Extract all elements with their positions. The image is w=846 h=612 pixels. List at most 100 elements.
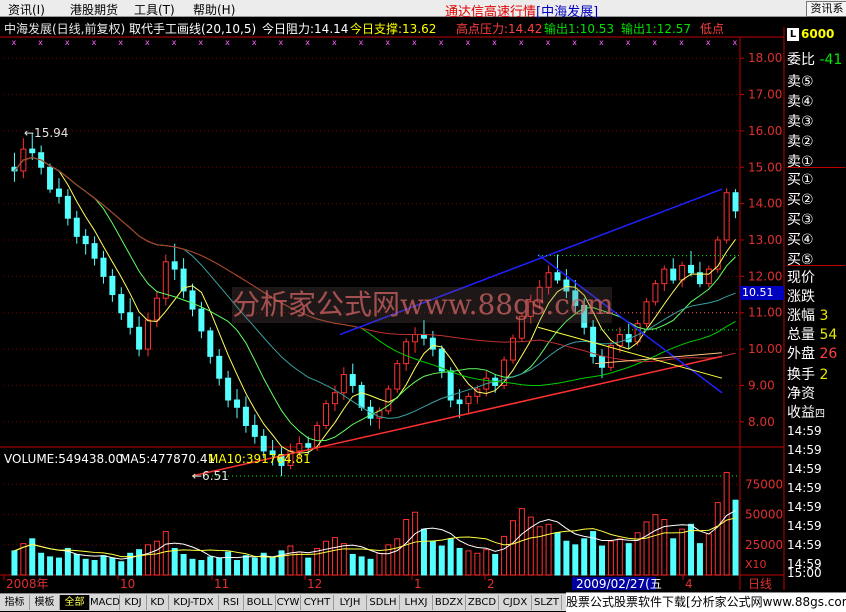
signal-marker: x	[92, 38, 97, 47]
menu-help[interactable]: 帮助(H)	[193, 1, 235, 18]
candle-body	[153, 297, 160, 321]
tab-lhxj[interactable]: LHXJ	[400, 595, 433, 610]
sell-4: 卖④	[787, 94, 814, 110]
signal-marker: x	[679, 38, 684, 47]
tab-cyht[interactable]: CYHT	[301, 595, 334, 610]
volume-bar	[670, 538, 677, 576]
signal-marker: x	[706, 38, 711, 47]
candle-body	[599, 355, 606, 368]
resist-label: 今日阻力:14.14	[262, 22, 349, 36]
tab-macd[interactable]: MACD	[90, 595, 120, 610]
volume-bar	[420, 528, 427, 576]
volume-bar	[109, 557, 116, 576]
signal-marker: x	[279, 38, 284, 47]
y-tick-label: 9.00	[748, 378, 775, 392]
tab-lyjh[interactable]: LYJH	[334, 595, 367, 610]
candle-body	[340, 374, 347, 394]
stat-price: 现价	[787, 270, 815, 286]
tab-slzt[interactable]: SLZT	[532, 595, 562, 610]
tab-rsi[interactable]: RSI	[219, 595, 244, 610]
candle-body	[394, 363, 401, 390]
buy-5: 买⑤	[787, 252, 814, 268]
tab-sdlh[interactable]: SDLH	[367, 595, 400, 610]
vol-tick-label: 50000	[745, 508, 783, 522]
ad-banner[interactable]: 股票公式股票软件下载[分析家公式网www.88gs.com]	[566, 592, 846, 612]
volume-bar	[198, 560, 205, 576]
volume-bar	[438, 545, 445, 576]
volume-bar	[572, 544, 579, 576]
high-pressure-label: 高点压力:14.42	[456, 22, 543, 36]
candle-body	[465, 395, 472, 405]
volume-bar	[607, 540, 614, 576]
tab-模板[interactable]: 模板	[30, 595, 60, 610]
low-annotation: ←6.51	[192, 469, 229, 483]
tab-kdj-tdx[interactable]: KDJ-TDX	[169, 595, 219, 610]
candle-body	[225, 377, 232, 401]
x-tick-label: 2008年	[6, 577, 49, 591]
candle-body	[136, 326, 143, 350]
volume-bar	[323, 540, 330, 576]
volume-bar	[349, 553, 356, 576]
tab-bdzx[interactable]: BDZX	[433, 595, 466, 610]
volume-bar	[180, 553, 187, 576]
volume-bar	[55, 557, 62, 576]
volume-bar	[447, 538, 454, 576]
volume-bar	[100, 555, 107, 576]
volume-bar	[207, 556, 214, 576]
volume-bar	[545, 523, 552, 576]
candle-body	[554, 272, 561, 281]
x-tick-label: 4	[685, 577, 693, 591]
candle-body	[207, 330, 214, 357]
ma40-line	[14, 157, 736, 387]
candle-body	[82, 235, 89, 245]
tab-cyw[interactable]: CYW	[276, 595, 301, 610]
y-tick-label: 17.00	[748, 88, 782, 102]
tab-指标[interactable]: 指标	[0, 595, 30, 610]
stat-turnover: 换手 2	[787, 367, 829, 383]
menu-tools[interactable]: 工具(T)	[134, 1, 175, 18]
signal-marker: x	[118, 38, 123, 47]
buy-3: 买③	[787, 212, 814, 228]
lock-icon: L	[787, 28, 799, 41]
volume-bar	[331, 537, 338, 576]
candle-body	[162, 261, 169, 299]
signal-marker: x	[11, 38, 16, 47]
menu-hk-futures[interactable]: 港股期货	[70, 1, 118, 18]
down-trendline	[537, 253, 723, 394]
candle-body	[652, 283, 659, 303]
menu-info[interactable]: 资讯(I)	[8, 1, 45, 18]
signal-marker: x	[359, 38, 364, 47]
signal-marker: x	[599, 38, 604, 47]
output2-label: 输出1:12.57	[621, 22, 692, 36]
volume-bar	[474, 552, 481, 576]
y-tick-label: 11.00	[748, 306, 782, 320]
tab-全部[interactable]: 全部	[60, 595, 90, 610]
candle-body	[296, 443, 303, 452]
tab-zbcd[interactable]: ZBCD	[466, 595, 499, 610]
candle-body	[47, 166, 54, 190]
stat-change: 涨跌	[787, 289, 815, 305]
volume-bar	[483, 549, 490, 576]
volume-bar	[234, 560, 241, 576]
tab-cjdx[interactable]: CJDX	[499, 595, 532, 610]
volume-bar	[242, 555, 249, 576]
volume-bar	[189, 558, 196, 576]
signal-marker: x	[65, 38, 70, 47]
volume-bar	[287, 545, 294, 576]
signal-marker: x	[305, 38, 310, 47]
signal-marker: x	[412, 38, 417, 47]
signal-marker: x	[546, 38, 551, 47]
volume-bar	[465, 550, 472, 576]
info-system-button[interactable]: 资讯系	[806, 1, 846, 17]
tab-kd[interactable]: KD	[147, 595, 169, 610]
volume-bar	[616, 538, 623, 576]
volume-bar	[225, 551, 232, 576]
candle-body	[109, 275, 116, 296]
tab-boll[interactable]: BOLL	[244, 595, 276, 610]
tab-kdj[interactable]: KDJ	[120, 595, 147, 610]
signal-marker: x	[626, 38, 631, 47]
candle-body	[607, 344, 614, 368]
volume-bar	[118, 561, 125, 576]
time-2: 14:59	[787, 443, 822, 457]
stat-eps: 收益四	[787, 405, 825, 421]
